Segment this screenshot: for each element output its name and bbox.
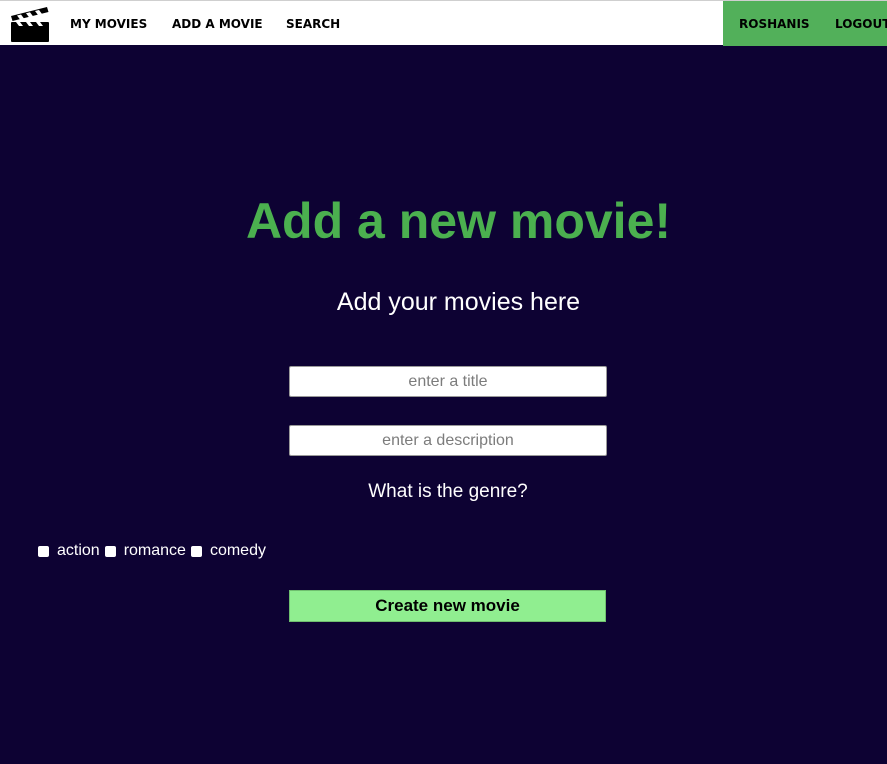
create-movie-button[interactable]: Create new movie bbox=[289, 590, 606, 622]
clapperboard-icon[interactable] bbox=[9, 3, 51, 43]
genre-action-label: action bbox=[57, 542, 100, 559]
user-nav: ROSHANIS LOGOUT bbox=[723, 1, 887, 46]
genre-options: action romance comedy bbox=[38, 541, 271, 561]
nav-user[interactable]: ROSHANIS bbox=[739, 1, 810, 46]
genre-comedy-checkbox[interactable] bbox=[190, 545, 202, 557]
genre-action-checkbox[interactable] bbox=[38, 545, 49, 557]
nav-search[interactable]: SEARCH bbox=[286, 1, 340, 46]
nav-add-a-movie[interactable]: ADD A MOVIE bbox=[172, 1, 263, 46]
page-title: Add a new movie! bbox=[245, 193, 672, 249]
genre-question: What is the genre? bbox=[368, 481, 528, 502]
top-navbar: MY MOVIES ADD A MOVIE SEARCH ROSHANIS LO… bbox=[0, 0, 887, 46]
genre-romance-label: romance bbox=[123, 542, 186, 559]
page-subtitle: Add your movies here bbox=[336, 288, 581, 316]
description-input[interactable] bbox=[289, 425, 607, 456]
nav-my-movies[interactable]: MY MOVIES bbox=[70, 1, 147, 46]
nav-logout[interactable]: LOGOUT bbox=[835, 1, 887, 46]
genre-comedy-label: comedy bbox=[209, 542, 266, 559]
title-input[interactable] bbox=[289, 366, 607, 397]
genre-romance-checkbox[interactable] bbox=[104, 545, 116, 557]
